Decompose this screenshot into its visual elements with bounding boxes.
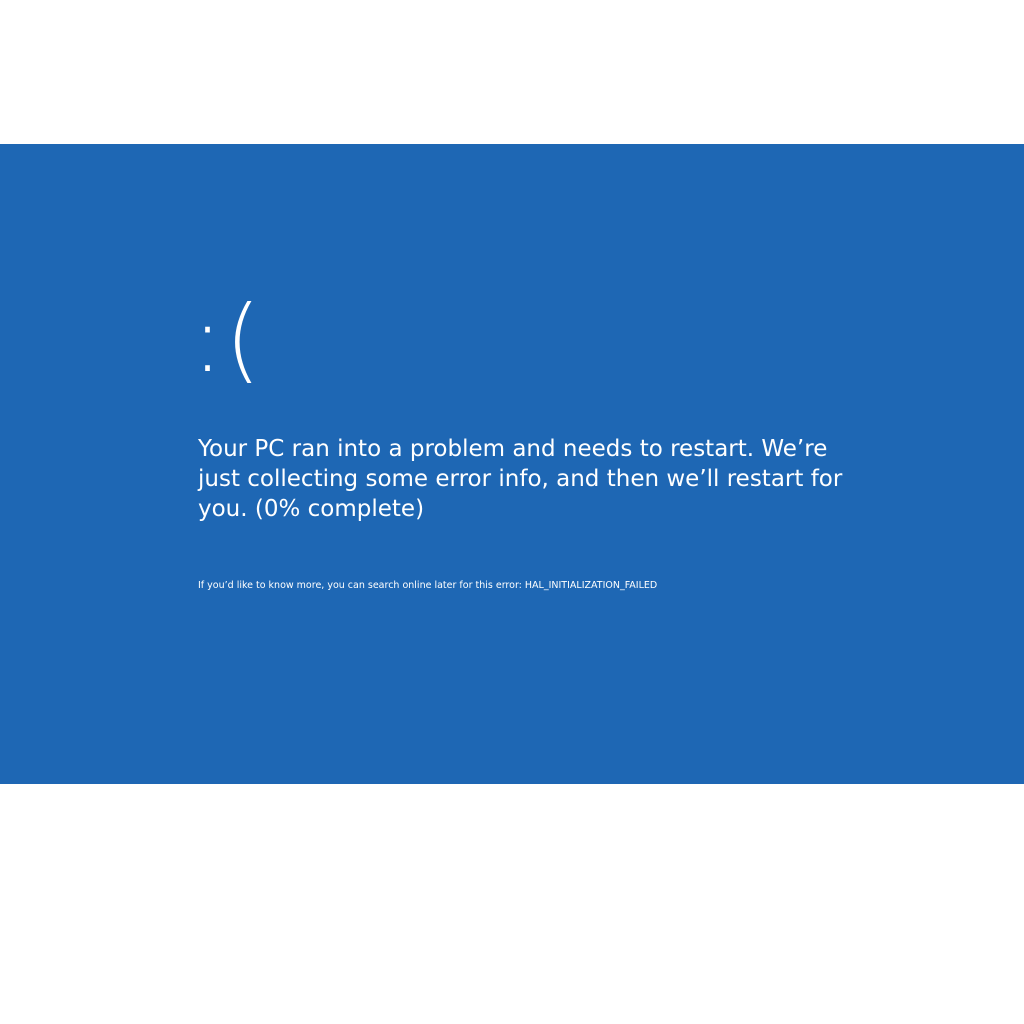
sad-face-emoticon: :( (192, 286, 263, 393)
error-code-info: If you’d like to know more, you can sear… (198, 580, 658, 591)
blue-screen-panel: :( Your PC ran into a problem and needs … (0, 144, 1024, 784)
error-message: Your PC ran into a problem and needs to … (198, 436, 843, 522)
page: :( Your PC ran into a problem and needs … (0, 0, 1024, 1024)
